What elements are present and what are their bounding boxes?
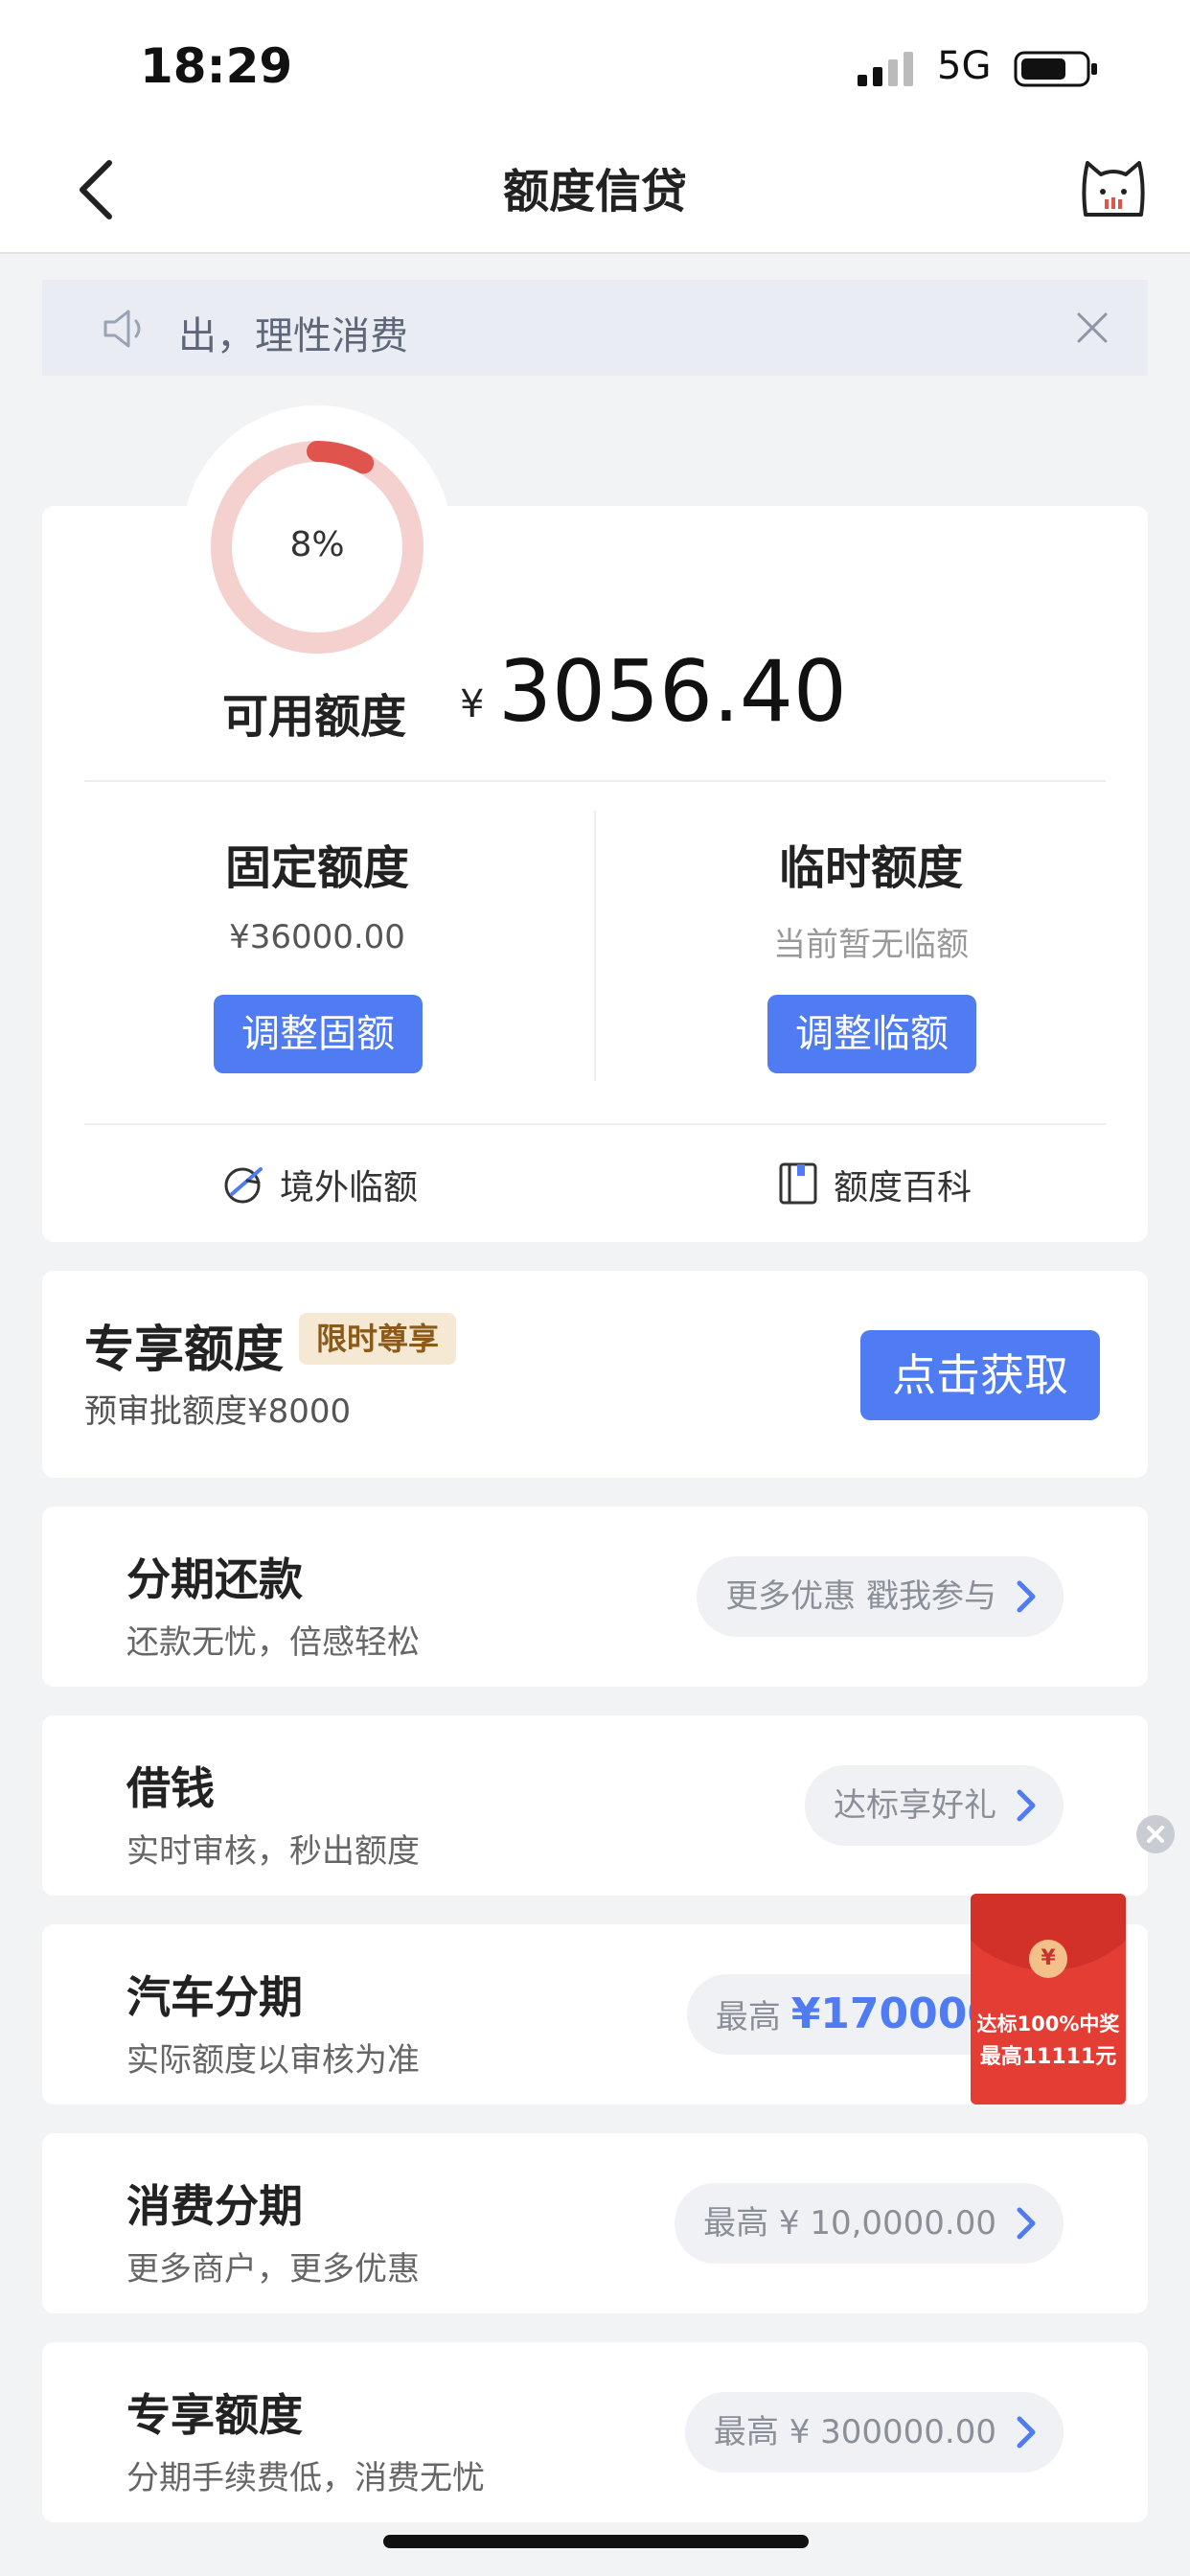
coin-icon: ¥	[1029, 1940, 1067, 1978]
currency-symbol: ¥	[460, 682, 485, 726]
pill-text: 最高 ¥ 300000.00	[713, 2413, 996, 2451]
chevron-right-icon	[1017, 1789, 1036, 1822]
temporary-credit-title: 临时额度	[778, 841, 963, 895]
top-bar: 18:29 5G 额度信贷	[0, 0, 1190, 254]
service-subtitle: 分期手续费低，消费无忧	[126, 2459, 485, 2497]
close-icon	[1147, 1826, 1164, 1843]
service-pill[interactable]: 达标享好礼	[805, 1765, 1064, 1846]
battery-icon	[1014, 51, 1097, 87]
pill-text: 达标享好礼	[834, 1786, 996, 1825]
chevron-right-icon	[1017, 1580, 1036, 1613]
divider	[84, 1123, 1106, 1125]
service-title: 借钱	[126, 1762, 215, 1814]
notice-text: 出，理性消费	[178, 314, 408, 358]
credit-wiki-link[interactable]: 额度百科	[834, 1160, 972, 1209]
service-title: 消费分期	[126, 2180, 303, 2232]
pill-text: 更多优惠 戳我参与	[725, 1577, 996, 1616]
exclusive-title: 专享额度	[84, 1322, 285, 1379]
adjust-fixed-button[interactable]: 调整固额	[214, 995, 423, 1073]
service-title: 专享额度	[126, 2389, 303, 2441]
chevron-right-icon	[1017, 2207, 1036, 2240]
close-icon[interactable]	[1073, 309, 1111, 347]
pill-prefix: 最高	[715, 1998, 791, 2036]
service-pill[interactable]: 最高 ¥ 10,0000.00	[675, 2183, 1064, 2264]
service-pill[interactable]: 最高 ¥ 300000.00	[684, 2392, 1064, 2472]
speaker-icon	[103, 310, 141, 348]
pill-amount: ¥170000	[790, 1990, 996, 2038]
mascot-service-icon[interactable]	[1080, 157, 1147, 220]
service-subtitle: 更多商户，更多优惠	[126, 2250, 420, 2288]
service-row-consumer-installment[interactable]: 消费分期 更多商户，更多优惠 最高 ¥ 10,0000.00	[42, 2133, 1148, 2313]
get-exclusive-button[interactable]: 点击获取	[860, 1330, 1100, 1420]
chevron-right-icon	[1017, 2416, 1036, 2449]
available-label: 可用额度	[222, 690, 407, 744]
signal-icon	[858, 52, 913, 86]
divider-vertical	[594, 811, 596, 1081]
page-title: 额度信贷	[502, 165, 687, 218]
red-packet-line1: 达标100%中奖	[976, 2012, 1120, 2036]
usage-percent: 8%	[289, 525, 345, 564]
divider	[84, 780, 1106, 782]
service-title: 汽车分期	[126, 1971, 303, 2023]
service-subtitle: 实时审核，秒出额度	[126, 1832, 420, 1871]
service-title: 分期还款	[126, 1553, 303, 1605]
overseas-temp-credit-link[interactable]: 境外临额	[280, 1160, 418, 1209]
limited-time-badge: 限时尊享	[299, 1313, 457, 1365]
service-row-borrow[interactable]: 借钱 实时审核，秒出额度 达标享好礼	[42, 1715, 1148, 1896]
adjust-temporary-button[interactable]: 调整临额	[767, 995, 976, 1073]
fixed-credit-title: 固定额度	[224, 841, 409, 895]
pill-text: 最高 ¥ 10,0000.00	[703, 2204, 996, 2242]
plane-globe-icon	[224, 1167, 263, 1204]
service-subtitle: 实际额度以审核为准	[126, 2041, 420, 2080]
red-packet-line2: 最高11111元	[979, 2045, 1117, 2069]
service-row-exclusive-credit[interactable]: 专享额度 分期手续费低，消费无忧 最高 ¥ 300000.00	[42, 2342, 1148, 2522]
service-row-installment-repay[interactable]: 分期还款 还款无忧，倍感轻松 更多优惠 戳我参与	[42, 1506, 1148, 1687]
status-time: 18:29	[140, 38, 293, 94]
service-pill[interactable]: 更多优惠 戳我参与	[697, 1556, 1064, 1637]
book-icon	[779, 1162, 817, 1205]
fixed-credit-amount: ¥36000.00	[229, 918, 405, 956]
red-packet-promo[interactable]: ¥ 达标100%中奖 最高11111元	[971, 1894, 1126, 2104]
available-amount: 3056.40	[498, 642, 847, 741]
red-packet-close-button[interactable]	[1136, 1815, 1175, 1853]
service-subtitle: 还款无忧，倍感轻松	[126, 1623, 420, 1662]
temporary-credit-status: 当前暂无临额	[773, 926, 969, 964]
home-indicator[interactable]	[383, 2535, 809, 2548]
network-label: 5G	[937, 44, 992, 88]
exclusive-subtitle: 预审批额度¥8000	[84, 1392, 352, 1431]
notice-bar: 出，理性消费	[42, 280, 1148, 376]
